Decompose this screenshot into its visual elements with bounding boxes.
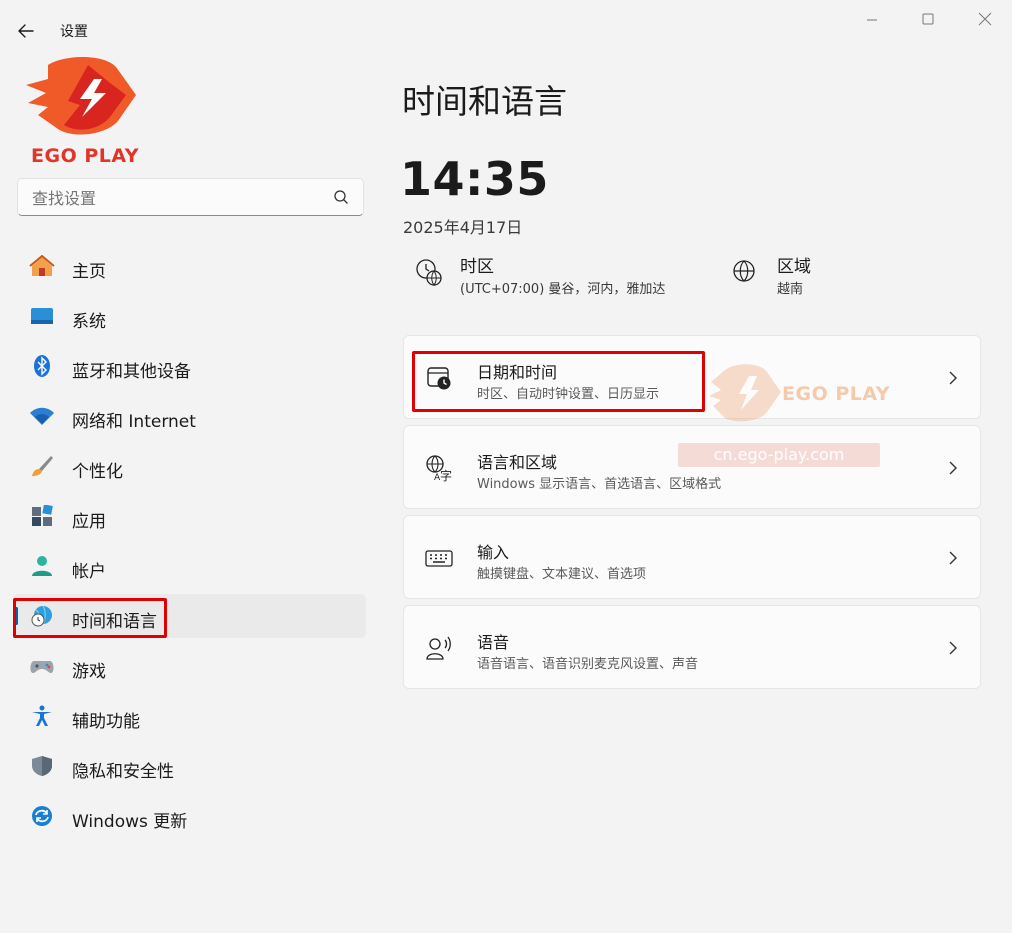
close-icon: [978, 12, 992, 26]
watermark-url-badge: cn.ego-play.com: [678, 443, 880, 467]
sidebar-item-label: 网络和 Internet: [72, 412, 196, 432]
sidebar-item-accounts[interactable]: 帐户: [14, 544, 366, 588]
sidebar-item-windows-update[interactable]: Windows 更新: [14, 794, 366, 838]
card-description: 语音语言、语音识别麦克风设置、声音: [477, 657, 699, 672]
watermark-url: cn.ego-play.com: [713, 445, 845, 464]
wifi-icon: [30, 407, 54, 425]
sidebar-item-label: 辅助功能: [72, 712, 140, 732]
region-value: 越南: [777, 282, 804, 297]
sidebar-nav: 主页 系统 蓝牙和其他设备 网络和 Internet 个性化 应用 帐户 时间和…: [13, 244, 366, 844]
card-title: 语音: [477, 633, 510, 652]
logo-text: EGO PLAY: [31, 145, 140, 167]
card-title: 输入: [477, 543, 510, 562]
bluetooth-icon: [34, 355, 50, 377]
card-description: 触摸键盘、文本建议、首选项: [477, 567, 647, 582]
sidebar-item-label: 系统: [72, 312, 106, 332]
window-title: 设置: [60, 24, 88, 40]
sidebar-item-label: Windows 更新: [72, 812, 188, 832]
sidebar-item-privacy[interactable]: 隐私和安全性: [14, 744, 366, 788]
sidebar-item-system[interactable]: 系统: [14, 294, 366, 338]
sidebar-item-label: 帐户: [72, 562, 106, 582]
ego-play-logo: EGO PLAY: [18, 55, 158, 170]
close-button[interactable]: [970, 10, 1000, 30]
sidebar-item-home[interactable]: 主页: [14, 244, 366, 288]
sidebar-item-label: 隐私和安全性: [72, 762, 174, 782]
sidebar-item-label: 应用: [72, 512, 106, 532]
back-arrow-icon: [18, 24, 34, 38]
card-description: Windows 显示语言、首选语言、区域格式: [477, 477, 722, 492]
back-button[interactable]: [14, 20, 38, 42]
minimize-icon: [867, 19, 877, 21]
sidebar-item-personalization[interactable]: 个性化: [14, 444, 366, 488]
svg-text:字: 字: [440, 468, 452, 482]
sidebar-item-gaming[interactable]: 游戏: [14, 644, 366, 688]
chevron-right-icon: [949, 461, 957, 475]
sidebar-item-time-language[interactable]: 时间和语言: [13, 594, 366, 638]
card-speech[interactable]: 语音 语音语言、语音识别麦克风设置、声音: [403, 605, 981, 689]
apps-icon: [32, 505, 53, 526]
current-time: 14:35: [400, 152, 549, 206]
timezone-title: 时区: [460, 257, 494, 277]
update-icon: [32, 806, 52, 826]
sidebar-item-apps[interactable]: 应用: [14, 494, 366, 538]
language-icon: 字 A: [426, 455, 452, 482]
sidebar-item-network[interactable]: 网络和 Internet: [14, 394, 366, 438]
highlight-box: [13, 598, 167, 638]
sidebar-item-label: 游戏: [72, 662, 106, 682]
sidebar-item-label: 蓝牙和其他设备: [72, 362, 191, 382]
svg-text:A: A: [434, 473, 441, 482]
brush-icon: [32, 456, 53, 476]
sidebar-item-label: 主页: [72, 262, 106, 282]
current-date: 2025年4月17日: [403, 218, 523, 237]
home-icon: [29, 255, 55, 276]
search-icon[interactable]: [333, 189, 349, 205]
chevron-right-icon: [949, 551, 957, 565]
shield-icon: [32, 756, 52, 776]
globe-clock-icon: [416, 259, 442, 286]
sidebar-item-accessibility[interactable]: 辅助功能: [14, 694, 366, 738]
gamepad-icon: [30, 661, 54, 673]
keyboard-icon: [425, 550, 453, 567]
title-bar: 设置: [0, 0, 1012, 60]
chevron-right-icon: [949, 641, 957, 655]
speech-icon: [426, 636, 451, 660]
card-title: 语言和区域: [477, 453, 558, 472]
system-display-icon: [31, 308, 53, 324]
maximize-icon: [922, 13, 934, 25]
timezone-value: (UTC+07:00) 曼谷，河内，雅加达: [460, 282, 666, 297]
card-input[interactable]: 输入 触摸键盘、文本建议、首选项: [403, 515, 981, 599]
sidebar-item-label: 个性化: [72, 462, 123, 482]
sidebar-item-bluetooth[interactable]: 蓝牙和其他设备: [14, 344, 366, 388]
watermark-logo-icon: [709, 364, 781, 422]
globe-icon: [733, 260, 755, 282]
search-box[interactable]: [17, 178, 364, 216]
maximize-button[interactable]: [913, 10, 943, 30]
card-language-region[interactable]: 字 A 语言和区域 Windows 显示语言、首选语言、区域格式: [403, 425, 981, 509]
highlight-box: [412, 351, 705, 412]
accessibility-icon: [32, 705, 52, 726]
lightning-logo-icon: [26, 57, 136, 135]
search-input[interactable]: [30, 187, 324, 209]
watermark-brand: EGO PLAY: [782, 383, 891, 405]
region-title: 区域: [777, 257, 811, 277]
page-title: 时间和语言: [402, 82, 567, 121]
chevron-right-icon: [949, 371, 957, 385]
account-icon: [32, 556, 52, 576]
minimize-button[interactable]: [857, 10, 887, 30]
